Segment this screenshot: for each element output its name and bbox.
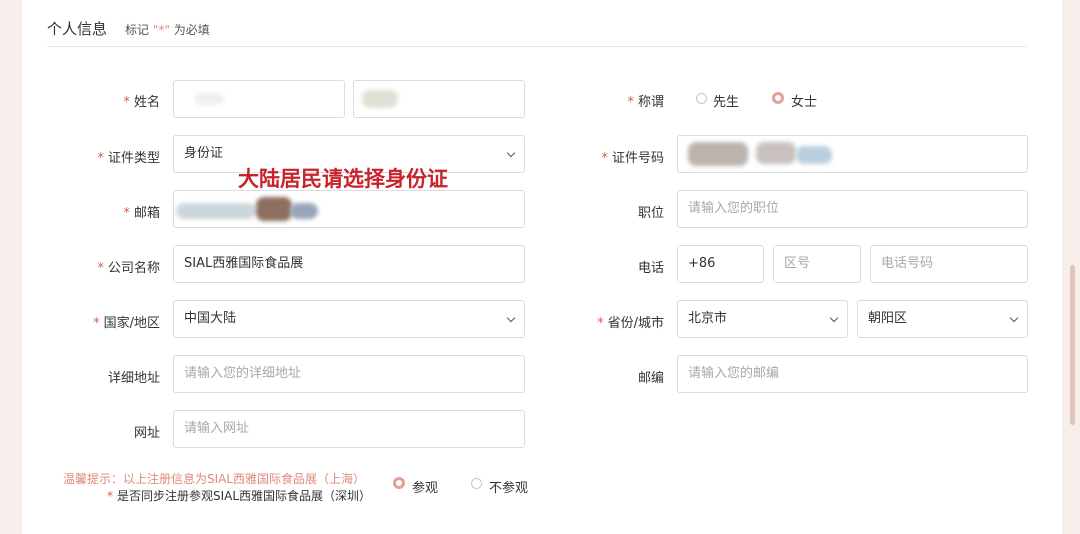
- country-select[interactable]: 中国大陆: [173, 300, 525, 338]
- company-label: * 公司名称: [97, 261, 160, 276]
- province-city-label: * 省份/城市: [597, 316, 664, 331]
- address-label: 详细地址: [107, 371, 160, 386]
- note-prefix: 标记: [125, 23, 150, 37]
- address-input[interactable]: 请输入您的详细地址: [173, 355, 525, 393]
- province-select[interactable]: 北京市: [677, 300, 848, 338]
- country-label: * 国家/地区: [93, 316, 160, 331]
- salutation-mr-label: 先生: [713, 95, 740, 110]
- sync-label: * 是否同步注册参观SIAL西雅国际食品展（深圳）: [107, 489, 372, 503]
- first-name-input[interactable]: [173, 80, 345, 118]
- area-code-input[interactable]: 区号: [773, 245, 861, 283]
- position-input[interactable]: 请输入您的职位: [677, 190, 1028, 228]
- website-label: 网址: [133, 426, 160, 441]
- section-title: 个人信息: [47, 20, 108, 38]
- note-star: "*": [152, 23, 170, 37]
- id-number-input[interactable]: [677, 135, 1028, 173]
- salutation-mr-radio[interactable]: [696, 93, 707, 104]
- postcode-label: 邮编: [637, 371, 664, 386]
- postcode-input[interactable]: 请输入您的邮编: [677, 355, 1028, 393]
- sync-visit-label: 参观: [412, 481, 439, 496]
- sync-visit-radio[interactable]: [393, 477, 405, 489]
- sync-no-visit-radio[interactable]: [471, 478, 482, 489]
- salutation-label: * 称谓: [627, 95, 664, 110]
- section-header: 个人信息 标记 "*" 为必填: [47, 16, 1027, 47]
- required-note: 标记 "*" 为必填: [125, 21, 210, 38]
- country-code-input[interactable]: +86: [677, 245, 764, 283]
- salutation-ms-label: 女士: [791, 95, 818, 110]
- city-select[interactable]: 朝阳区: [857, 300, 1028, 338]
- company-input[interactable]: SIAL西雅国际食品展: [173, 245, 525, 283]
- last-name-input[interactable]: [353, 80, 525, 118]
- salutation-ms-radio[interactable]: [772, 92, 784, 104]
- sync-no-visit-label: 不参观: [489, 481, 529, 496]
- note-suffix: 为必填: [173, 23, 210, 37]
- id-number-label: * 证件号码: [601, 151, 664, 166]
- phone-label: 电话: [637, 261, 664, 276]
- position-label: 职位: [637, 206, 664, 221]
- phone-number-input[interactable]: 电话号码: [870, 245, 1028, 283]
- name-label: * 姓名: [123, 95, 160, 110]
- scrollbar-track[interactable]: [1062, 0, 1080, 534]
- email-label: * 邮箱: [123, 206, 160, 221]
- id-type-label: * 证件类型: [97, 151, 160, 166]
- email-input[interactable]: [173, 190, 525, 228]
- website-input[interactable]: 请输入网址: [173, 410, 525, 448]
- sync-hint: 温馨提示：以上注册信息为SIAL西雅国际食品展（上海）: [63, 472, 366, 486]
- annotation-text: 大陆居民请选择身份证: [238, 167, 448, 191]
- scrollbar-thumb[interactable]: [1070, 265, 1075, 425]
